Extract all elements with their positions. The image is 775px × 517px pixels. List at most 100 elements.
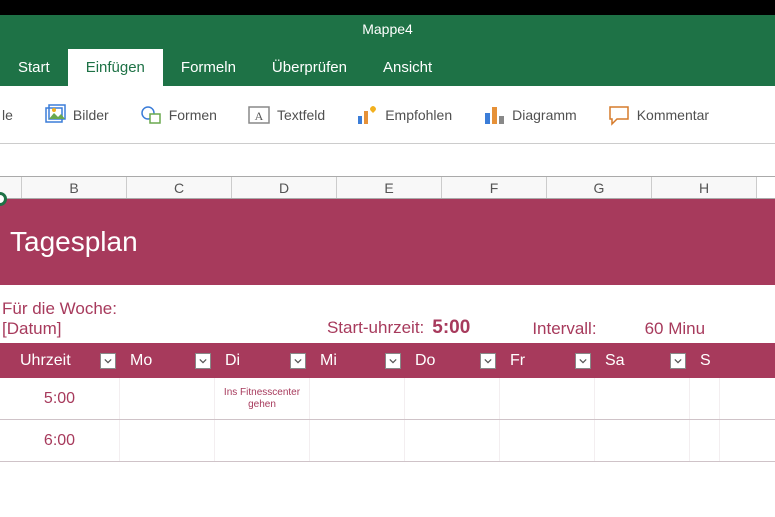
toolbar-recommended-button[interactable]: Empfohlen [345,99,462,131]
cell-do[interactable] [405,420,500,461]
svg-text:A: A [255,109,264,123]
cell-sa[interactable] [595,378,690,419]
toolbar-table-label: le [2,107,13,123]
cell-so[interactable] [690,378,720,419]
document-title: Mappe4 [0,15,775,43]
chevron-down-icon [199,357,207,365]
th-label: Fr [510,352,525,370]
th-label: Sa [605,352,625,370]
cell-sa[interactable] [595,420,690,461]
toolbar-pictures-label: Bilder [73,107,109,123]
chevron-down-icon [484,357,492,365]
toolbar-comment-button[interactable]: Kommentar [597,99,719,131]
filter-button[interactable] [575,353,591,369]
toolbar-chart-label: Diagramm [512,107,577,123]
window-titlebar [0,0,775,15]
tab-ansicht[interactable]: Ansicht [365,49,450,86]
cell-di[interactable]: Ins Fitnesscenter gehen [215,378,310,419]
week-block: Für die Woche: [Datum] [0,299,117,339]
th-so[interactable]: S [690,352,720,370]
column-header[interactable]: G [547,177,652,198]
recommended-icon [355,103,379,127]
start-time-label: Start-uhrzeit: [327,318,424,338]
chevron-down-icon [104,357,112,365]
filter-button[interactable] [385,353,401,369]
filter-button[interactable] [670,353,686,369]
tab-start[interactable]: Start [0,49,68,86]
th-label: Do [415,352,435,370]
toolbar-comment-label: Kommentar [637,107,709,123]
week-value[interactable]: [Datum] [2,319,117,339]
schedule-table-header: Uhrzeit Mo Di Mi Do Fr Sa S [0,343,775,378]
cell-so[interactable] [690,420,720,461]
cell-mo[interactable] [120,420,215,461]
tab-einfuegen[interactable]: Einfügen [68,49,163,86]
column-header[interactable]: F [442,177,547,198]
cell-do[interactable] [405,378,500,419]
column-header[interactable]: E [337,177,442,198]
toolbar-shapes-label: Formen [169,107,217,123]
filter-button[interactable] [100,353,116,369]
pictures-icon [43,103,67,127]
plan-title: Tagesplan [10,226,138,258]
column-header[interactable]: H [652,177,757,198]
toolbar-pictures-button[interactable]: Bilder [33,99,119,131]
th-label: Di [225,352,240,370]
ribbon-tabbar: Start Einfügen Formeln Überprüfen Ansich… [0,43,775,86]
column-headers: B C D E F G H [0,176,775,199]
chart-icon [482,103,506,127]
cell-fr[interactable] [500,378,595,419]
th-mo[interactable]: Mo [120,352,215,370]
th-label: Mi [320,352,337,370]
th-label: Mo [130,352,152,370]
cell-note: Ins Fitnesscenter gehen [215,385,309,413]
chevron-down-icon [294,357,302,365]
cell-mi[interactable] [310,420,405,461]
th-mi[interactable]: Mi [310,352,405,370]
week-label: Für die Woche: [2,299,117,319]
toolbar-table-button[interactable]: le [0,103,23,127]
table-row: 5:00 Ins Fitnesscenter gehen [0,378,775,420]
th-sa[interactable]: Sa [595,352,690,370]
column-header[interactable]: C [127,177,232,198]
filter-button[interactable] [290,353,306,369]
toolbar-recommended-label: Empfohlen [385,107,452,123]
chevron-down-icon [579,357,587,365]
cell-time[interactable]: 5:00 [0,378,120,419]
th-di[interactable]: Di [215,352,310,370]
tab-formeln[interactable]: Formeln [163,49,254,86]
interval-value[interactable]: 60 Minu [645,319,705,339]
toolbar-shapes-button[interactable]: Formen [129,99,227,131]
cell-fr[interactable] [500,420,595,461]
start-time-block: Start-uhrzeit: 5:00 [327,317,470,339]
shapes-icon [139,103,163,127]
cell-time[interactable]: 6:00 [0,420,120,461]
filter-button[interactable] [195,353,211,369]
toolbar-textbox-label: Textfeld [277,107,325,123]
th-do[interactable]: Do [405,352,500,370]
chevron-down-icon [389,357,397,365]
cell-mo[interactable] [120,378,215,419]
cell-di[interactable] [215,420,310,461]
start-time-value[interactable]: 5:00 [432,317,470,339]
meta-row: Für die Woche: [Datum] Start-uhrzeit: 5:… [0,285,775,343]
tab-ueberpruefen[interactable]: Überprüfen [254,49,365,86]
column-header[interactable]: D [232,177,337,198]
ribbon-toolbar: le Bilder Formen A Textfeld Empfohlen Di… [0,86,775,144]
sheet-area[interactable]: B C D E F G H Tagesplan Für die Woche: [… [0,144,775,517]
th-label: S [700,352,711,370]
table-row: 6:00 [0,420,775,462]
cell-mi[interactable] [310,378,405,419]
chevron-down-icon [674,357,682,365]
title-banner: Tagesplan [0,199,775,285]
filter-button[interactable] [480,353,496,369]
textbox-icon: A [247,103,271,127]
th-time-label: Uhrzeit [20,352,71,370]
column-header[interactable]: B [22,177,127,198]
interval-label: Intervall: [532,319,596,339]
toolbar-chart-button[interactable]: Diagramm [472,99,587,131]
toolbar-textbox-button[interactable]: A Textfeld [237,99,335,131]
comment-icon [607,103,631,127]
th-time[interactable]: Uhrzeit [0,352,120,370]
th-fr[interactable]: Fr [500,352,595,370]
